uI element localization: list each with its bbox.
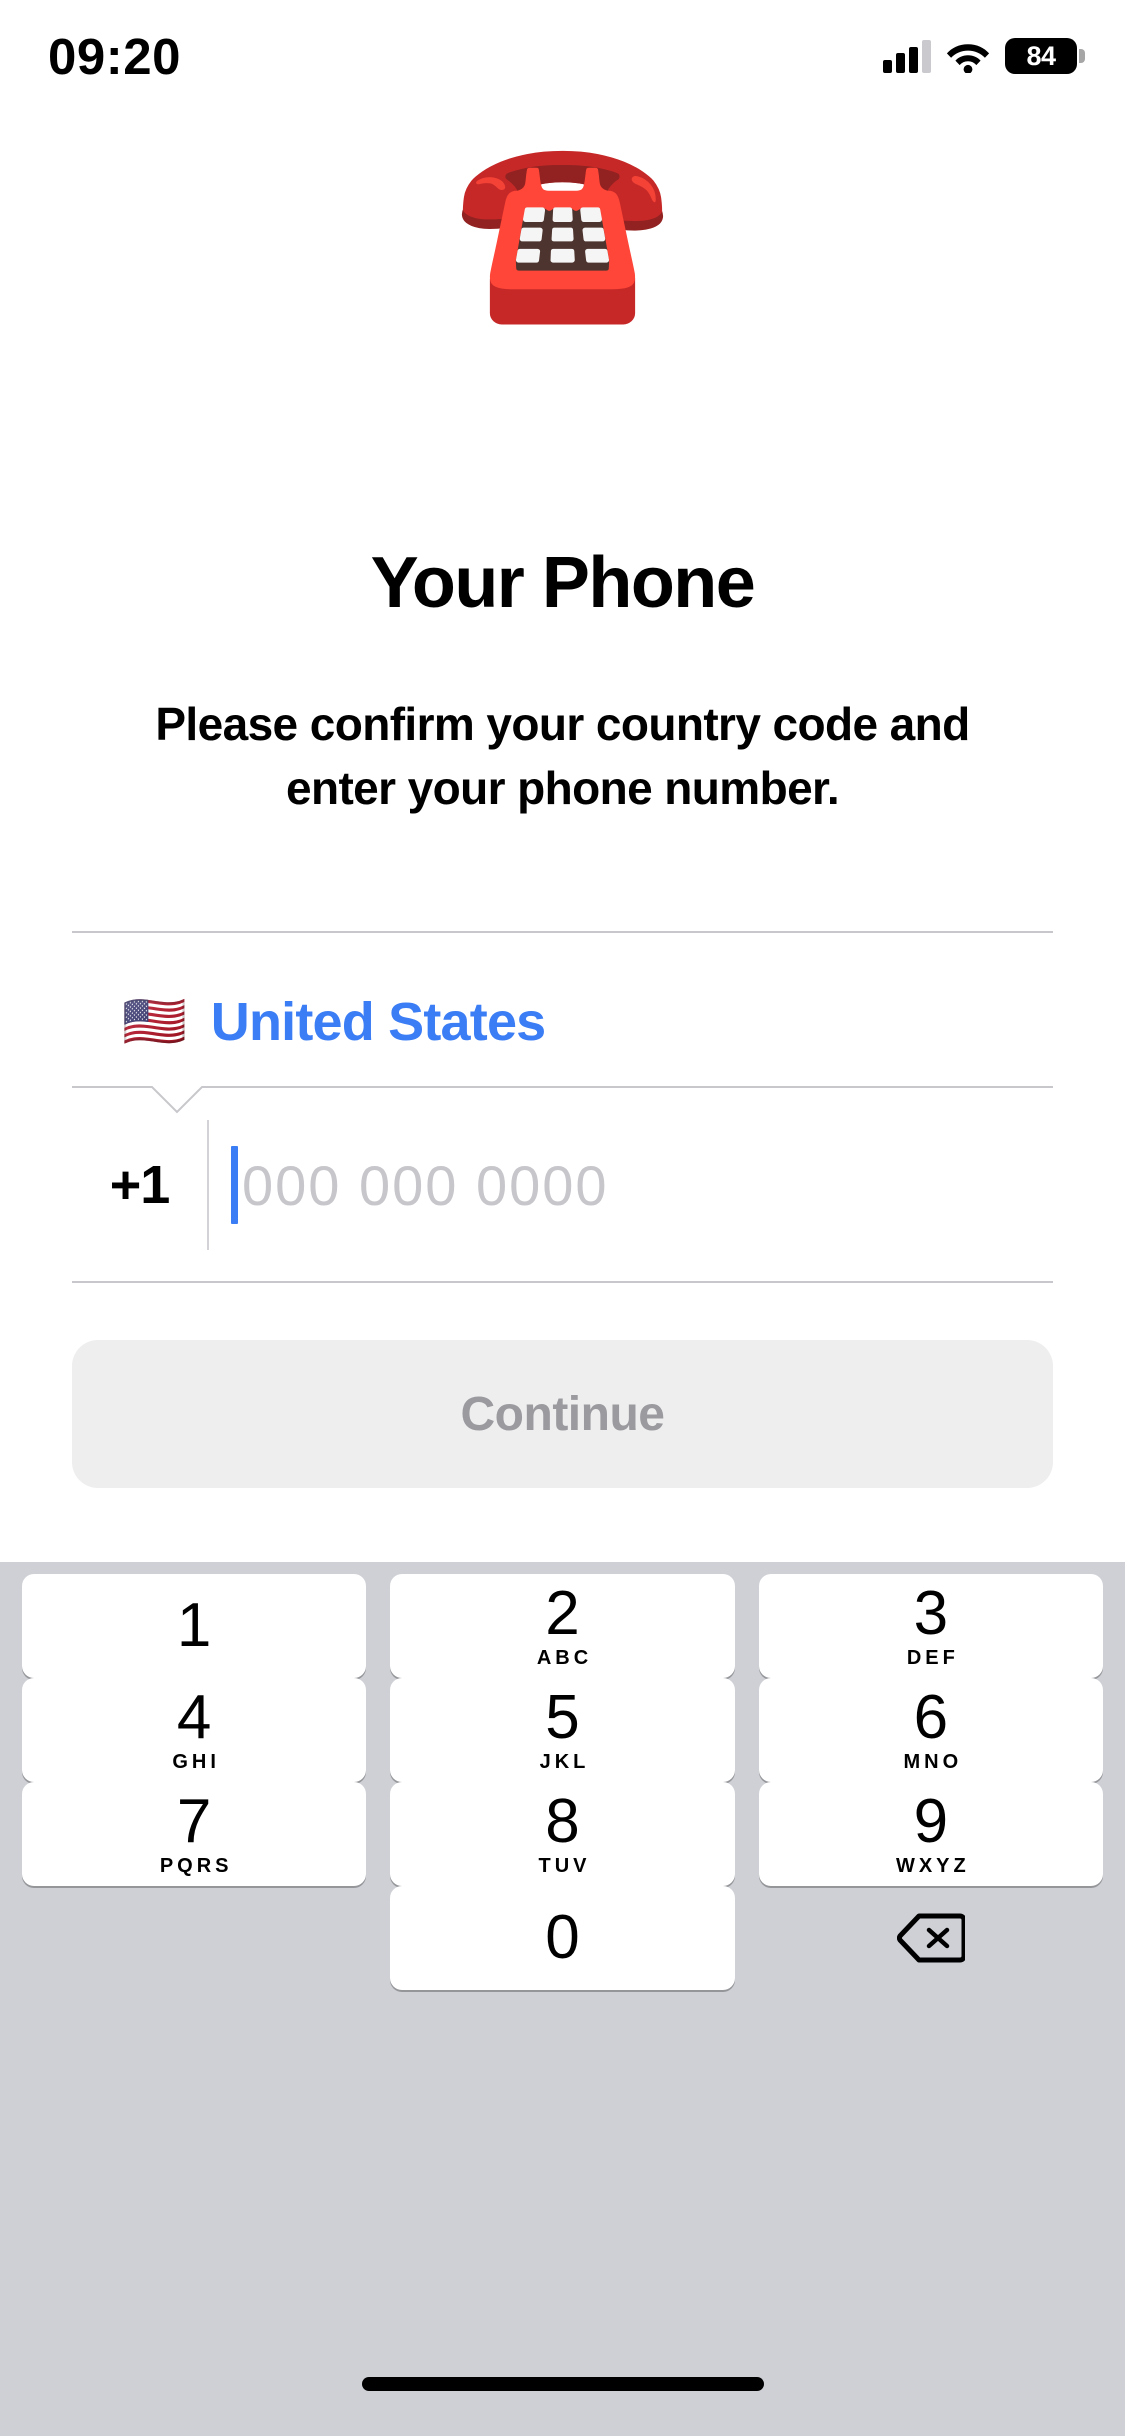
dial-code-label: +1 — [109, 1155, 171, 1215]
keypad-key-4[interactable]: 4 GHI — [22, 1678, 367, 1782]
phone-entry-screen: 09:20 84 ☎️ Your Phone Please confirm yo… — [0, 0, 1125, 2436]
keypad-key-letters: ABC — [536, 1647, 593, 1669]
battery-icon: 84 — [1005, 38, 1085, 74]
keypad-key-digit: 8 — [545, 1787, 580, 1856]
numeric-keypad: 1 2 ABC 3 DEF 4 GHI 5 JKL 6 MNO 7 PQRS 8 TUV 9 WXYZ 0 — [0, 1562, 1125, 2436]
phone-number-row[interactable]: +1 000 000 0000 — [72, 1120, 1053, 1250]
telephone-emoji: ☎️ — [452, 125, 673, 330]
keypad-key-1[interactable]: 1 — [22, 1574, 367, 1678]
text-caret — [231, 1146, 238, 1224]
continue-button-label: Continue — [460, 1387, 665, 1441]
keypad-key-letters: WXYZ — [895, 1855, 970, 1877]
keypad-key-3[interactable]: 3 DEF — [758, 1574, 1103, 1678]
keypad-key-digit: 0 — [545, 1903, 580, 1972]
keypad-key-letters: DEF — [906, 1647, 959, 1669]
keypad-key-9[interactable]: 9 WXYZ — [758, 1782, 1103, 1886]
keypad-key-digit: 2 — [545, 1579, 580, 1648]
divider-below-phone — [72, 1281, 1053, 1283]
keypad-cell: 6 MNO — [747, 1678, 1115, 1790]
divider-above-country — [72, 931, 1053, 933]
keypad-key-8[interactable]: 8 TUV — [390, 1782, 735, 1886]
keypad-key-letters: GHI — [172, 1751, 220, 1773]
page-title: Your Phone — [370, 543, 756, 623]
keypad-cell: 8 TUV — [378, 1782, 746, 1894]
page-subtitle: Please confirm your country code and ent… — [155, 698, 970, 814]
status-bar: 09:20 84 — [0, 0, 1125, 132]
keypad-cell-empty — [10, 1894, 378, 1998]
keypad-key-2[interactable]: 2 ABC — [390, 1574, 735, 1678]
keypad-cell: 7 PQRS — [10, 1782, 378, 1894]
phone-number-placeholder: 000 000 0000 — [242, 1153, 609, 1217]
keypad-key-letters: PQRS — [159, 1855, 233, 1877]
country-selector-row[interactable]: 🇺🇸 United States — [72, 960, 1053, 1084]
keypad-key-digit: 4 — [176, 1683, 212, 1752]
keypad-cell: 0 — [378, 1886, 746, 1998]
keypad-cell: 2 ABC — [378, 1574, 746, 1686]
us-flag-icon: 🇺🇸 — [122, 992, 187, 1052]
keypad-key-digit: 6 — [913, 1683, 949, 1752]
continue-button[interactable]: Continue — [72, 1340, 1053, 1488]
divider-with-notch — [72, 1086, 1053, 1114]
keypad-key-5[interactable]: 5 JKL — [390, 1678, 735, 1782]
keypad-grid: 1 2 ABC 3 DEF 4 GHI 5 JKL 6 MNO 7 PQRS 8 TUV 9 WXYZ 0 — [10, 1574, 1115, 1998]
keypad-cell: 5 JKL — [378, 1678, 746, 1790]
keypad-cell — [747, 1894, 1115, 1998]
backspace-delete-icon[interactable] — [759, 1886, 1103, 1990]
wifi-icon — [946, 40, 990, 73]
keypad-cell: 3 DEF — [747, 1574, 1115, 1686]
keypad-key-digit: 9 — [913, 1787, 949, 1856]
keypad-key-7[interactable]: 7 PQRS — [22, 1782, 367, 1886]
keypad-key-letters: MNO — [903, 1751, 963, 1773]
status-bar-time: 09:20 — [48, 27, 181, 85]
keypad-key-digit: 3 — [913, 1579, 949, 1648]
keypad-key-letters: JKL — [539, 1751, 590, 1773]
keypad-key-digit: 7 — [176, 1787, 212, 1856]
keypad-cell: 9 WXYZ — [747, 1782, 1115, 1894]
country-name-label: United States — [210, 992, 546, 1052]
keypad-key-digit: 1 — [176, 1591, 212, 1660]
status-bar-indicators: 84 — [883, 32, 1085, 80]
keypad-cell: 4 GHI — [10, 1678, 378, 1790]
phone-number-input[interactable]: 000 000 0000 — [207, 1120, 1053, 1250]
battery-percentage: 84 — [1026, 40, 1056, 71]
keypad-key-digit: 5 — [545, 1683, 580, 1752]
keypad-key-6[interactable]: 6 MNO — [758, 1678, 1103, 1782]
keypad-key-0[interactable]: 0 — [390, 1886, 735, 1990]
home-indicator-bar — [361, 2377, 764, 2391]
keypad-key-letters: TUV — [538, 1855, 591, 1877]
cellular-bars-icon — [883, 39, 931, 73]
keypad-cell: 1 — [10, 1574, 378, 1686]
